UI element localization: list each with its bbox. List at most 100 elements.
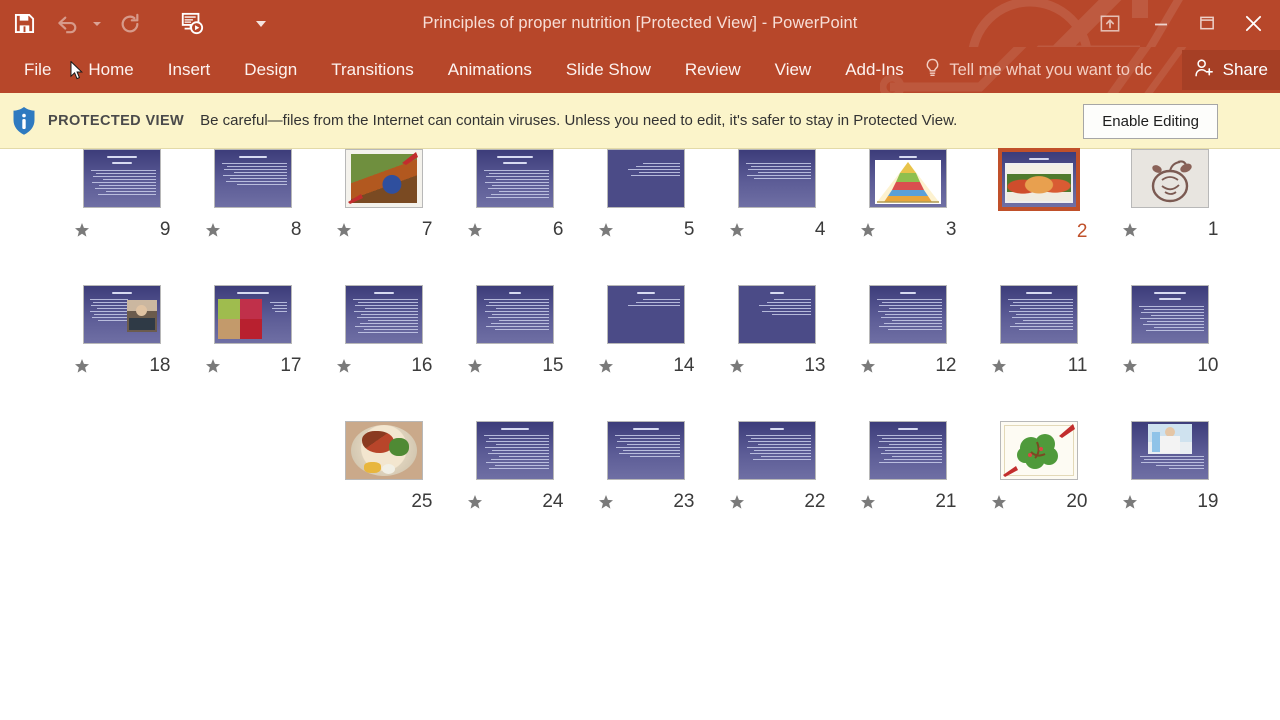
animation-star-icon[interactable] [729,494,745,510]
animation-star-icon[interactable] [598,358,614,374]
slide-preview[interactable] [607,285,685,344]
slide-thumbnail-20[interactable]: 20 [984,421,1094,513]
ribbon-display-options-icon[interactable] [1082,4,1138,44]
slide-sorter-pane[interactable]: 9 8 7 6 5 4 3 2 1 18 17 16 15 14 13 12 11 10 25 24 23 22 21 20 1… [0,148,1280,720]
animation-star-icon[interactable] [598,222,614,238]
slide-thumbnail-24[interactable]: 24 [460,421,570,513]
slide-preview[interactable] [1131,421,1209,480]
tab-home[interactable]: Home [71,47,150,93]
tab-review[interactable]: Review [668,47,758,93]
slide-thumbnail-22[interactable]: 22 [722,421,832,513]
slide-thumbnail-5[interactable]: 5 [591,149,701,241]
save-icon[interactable] [4,6,44,42]
customize-quick-access-toolbar-icon[interactable] [248,6,274,42]
slide-meta: 11 [991,355,1088,377]
slide-preview[interactable] [214,285,292,344]
animation-star-icon[interactable] [1122,222,1138,238]
slide-preview[interactable] [83,149,161,208]
slide-thumbnail-19[interactable]: 19 [1115,421,1225,513]
animation-star-icon[interactable] [74,222,90,238]
tab-insert[interactable]: Insert [151,47,228,93]
animation-star-icon[interactable] [860,494,876,510]
slide-preview[interactable] [1000,421,1078,480]
slide-thumbnail-7[interactable]: 7 [329,149,439,241]
slide-preview[interactable] [345,421,423,480]
slide-preview[interactable] [869,421,947,480]
slide-preview[interactable] [1131,285,1209,344]
slide-thumbnail-12[interactable]: 12 [853,285,963,377]
slide-thumbnail-21[interactable]: 21 [853,421,963,513]
slide-preview[interactable] [607,421,685,480]
slide-preview[interactable] [998,148,1080,211]
animation-star-icon[interactable] [860,358,876,374]
animation-star-icon[interactable] [1122,494,1138,510]
animation-star-icon[interactable] [729,222,745,238]
slide-thumbnail-17[interactable]: 17 [198,285,308,377]
slide-preview[interactable] [476,421,554,480]
slide-preview[interactable] [476,285,554,344]
slide-sorter-row: 9 8 7 6 5 4 3 2 1 [0,148,1280,284]
animation-star-icon[interactable] [467,494,483,510]
slide-thumbnail-2[interactable]: 2 [984,148,1094,243]
animation-star-icon[interactable] [467,358,483,374]
animation-star-icon[interactable] [336,222,352,238]
slide-preview[interactable] [738,285,816,344]
animation-star-icon[interactable] [74,358,90,374]
slide-preview[interactable] [83,285,161,344]
slide-preview[interactable] [869,149,947,208]
tab-transitions[interactable]: Transitions [314,47,431,93]
tab-animations[interactable]: Animations [431,47,549,93]
tab-view[interactable]: View [758,47,829,93]
slide-thumbnail-1[interactable]: 1 [1115,149,1225,241]
tell-me-search[interactable]: Tell me what you want to dc [924,47,1152,93]
undo-dropdown-icon[interactable] [88,6,106,42]
slide-preview[interactable] [1000,285,1078,344]
share-button[interactable]: Share [1181,50,1280,90]
minimize-icon[interactable] [1138,4,1184,44]
slide-preview[interactable] [476,149,554,208]
animation-star-icon[interactable] [205,358,221,374]
start-presentation-icon[interactable] [172,6,212,42]
slide-preview[interactable] [345,149,423,208]
animation-star-icon[interactable] [467,222,483,238]
slide-thumbnail-9[interactable]: 9 [67,149,177,241]
slide-thumbnail-25[interactable]: 25 [329,421,439,513]
slide-preview[interactable] [607,149,685,208]
slide-thumbnail-11[interactable]: 11 [984,285,1094,377]
animation-star-icon[interactable] [729,358,745,374]
tab-slide-show[interactable]: Slide Show [549,47,668,93]
slide-preview[interactable] [738,149,816,208]
slide-preview[interactable] [1131,149,1209,208]
slide-thumbnail-13[interactable]: 13 [722,285,832,377]
tab-add-ins[interactable]: Add-Ins [828,47,921,93]
restore-icon[interactable] [1184,4,1230,44]
undo-icon[interactable] [48,6,88,42]
animation-star-icon[interactable] [336,358,352,374]
redo-icon[interactable] [110,6,150,42]
tab-file[interactable]: File [18,47,71,93]
animation-star-icon[interactable] [205,222,221,238]
slide-thumbnail-4[interactable]: 4 [722,149,832,241]
animation-star-icon[interactable] [991,494,1007,510]
slide-thumbnail-10[interactable]: 10 [1115,285,1225,377]
slide-preview[interactable] [345,285,423,344]
slide-thumbnail-16[interactable]: 16 [329,285,439,377]
slide-preview[interactable] [738,421,816,480]
slide-thumbnail-8[interactable]: 8 [198,149,308,241]
slide-thumbnail-6[interactable]: 6 [460,149,570,241]
slide-thumbnail-14[interactable]: 14 [591,285,701,377]
close-icon[interactable] [1230,4,1276,44]
slide-thumbnail-15[interactable]: 15 [460,285,570,377]
tab-design[interactable]: Design [227,47,314,93]
slide-meta: 2 [991,221,1088,243]
animation-star-icon[interactable] [1122,358,1138,374]
slide-thumbnail-23[interactable]: 23 [591,421,701,513]
slide-preview[interactable] [214,149,292,208]
slide-thumbnail-3[interactable]: 3 [853,149,963,241]
slide-thumbnail-18[interactable]: 18 [67,285,177,377]
animation-star-icon[interactable] [598,494,614,510]
slide-preview[interactable] [869,285,947,344]
animation-star-icon[interactable] [991,358,1007,374]
animation-star-icon[interactable] [860,222,876,238]
enable-editing-button[interactable]: Enable Editing [1083,104,1218,139]
